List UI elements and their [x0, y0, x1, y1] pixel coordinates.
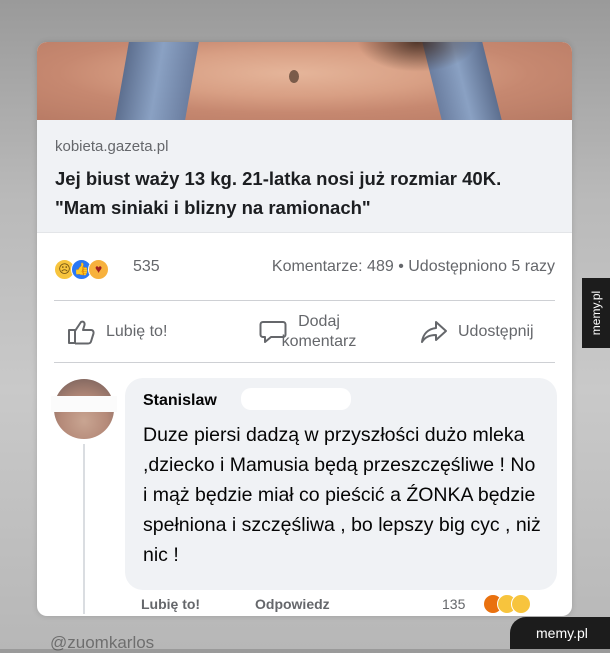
- divider: [54, 362, 555, 363]
- comment-reaction-icons[interactable]: [483, 594, 543, 614]
- comment-reply-link[interactable]: Odpowiedz: [255, 596, 330, 612]
- comment-reaction-count[interactable]: 135: [442, 596, 465, 612]
- watermark-side-text: memy.pl: [589, 290, 603, 336]
- image-detail: [357, 42, 477, 72]
- comments-section: Stanislaw Duze piersi dadzą w przyszłośc…: [37, 372, 572, 616]
- reaction-count[interactable]: 535: [133, 258, 160, 276]
- author-handle: @zuomkarlos: [50, 633, 155, 652]
- watermark-bottom-text: memy.pl: [536, 625, 588, 641]
- reactions-row: ☹ 👍 ♥ 535 Komentarze: 489 • Udostępniono…: [37, 232, 572, 300]
- action-bar: Lubię to! Dodaj komentarz Udostępnij: [37, 302, 572, 362]
- share-icon: [421, 321, 447, 343]
- share-label: Udostępnij: [458, 323, 534, 340]
- watermark-bottom: memy.pl: [510, 617, 610, 649]
- like-label: Lubię to!: [106, 323, 168, 340]
- image-detail: [289, 70, 299, 83]
- thread-line: [83, 444, 85, 614]
- reaction-icons[interactable]: ☹ 👍 ♥: [54, 259, 126, 280]
- care-reaction-icon: ♥: [88, 259, 109, 280]
- watermark-side: memy.pl: [582, 278, 610, 348]
- censor-bar: [241, 388, 351, 410]
- comment-author[interactable]: Stanislaw: [143, 392, 217, 410]
- censor-bar: [51, 396, 117, 412]
- share-button[interactable]: Udostępnij: [419, 302, 534, 362]
- link-preview-image[interactable]: [37, 42, 572, 120]
- sad-reaction-icon: [511, 594, 531, 614]
- comment-bubble: Stanislaw Duze piersi dadzą w przyszłośc…: [125, 378, 557, 590]
- post-card: kobieta.gazeta.pl Jej biust waży 13 kg. …: [37, 42, 572, 616]
- source-domain: kobieta.gazeta.pl: [55, 138, 169, 155]
- comment-like-link[interactable]: Lubię to!: [141, 596, 200, 612]
- divider: [54, 300, 555, 301]
- image-detail: [115, 42, 199, 120]
- comment-actions: Lubię to! Odpowiedz 135: [37, 594, 572, 616]
- like-button[interactable]: Lubię to!: [67, 302, 167, 362]
- comment-label: Dodaj komentarz: [281, 313, 357, 350]
- link-preview[interactable]: kobieta.gazeta.pl Jej biust waży 13 kg. …: [37, 120, 572, 233]
- thumbs-up-icon: [68, 320, 95, 345]
- comment-text: Duze piersi dadzą w przyszłości dużo mle…: [143, 424, 541, 566]
- comment-button[interactable]: Dodaj komentarz: [259, 302, 364, 362]
- headline[interactable]: Jej biust waży 13 kg. 21-latka nosi już …: [55, 164, 555, 222]
- post-stats[interactable]: Komentarze: 489 • Udostępniono 5 razy: [272, 258, 555, 276]
